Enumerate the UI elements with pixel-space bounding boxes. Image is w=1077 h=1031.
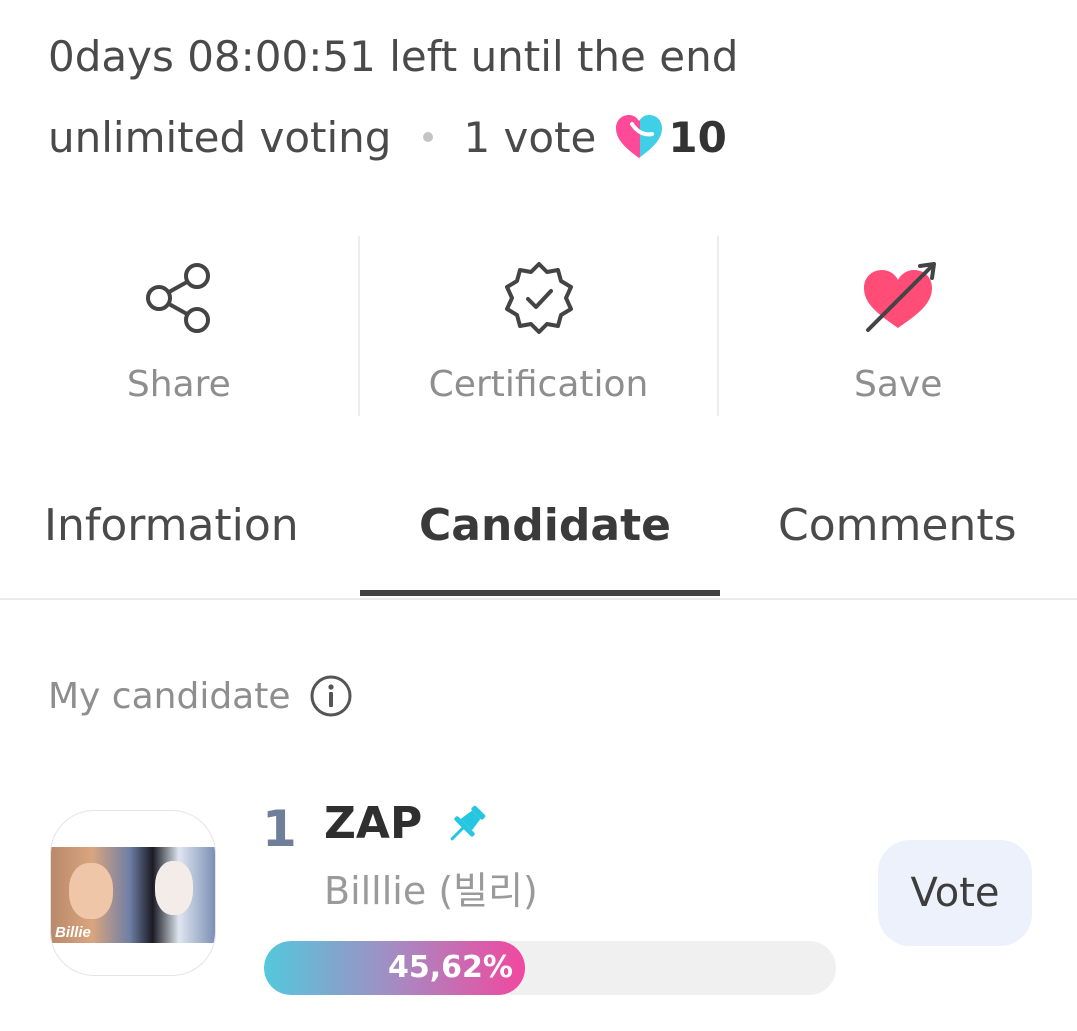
- candidate-rank: 1: [262, 800, 297, 858]
- vote-unit-text: 1 vote: [463, 112, 597, 162]
- heart-pink-cyan-icon: [614, 114, 664, 160]
- separator-dot: [423, 132, 434, 142]
- candidate-name-row: ZAP: [324, 798, 490, 849]
- vote-button[interactable]: Vote: [878, 840, 1032, 946]
- my-candidate-label: My candidate: [48, 675, 291, 717]
- my-candidate-heading: My candidate: [48, 674, 353, 718]
- tab-candidate[interactable]: Candidate: [419, 500, 671, 551]
- heart-arrow-icon: [858, 258, 938, 338]
- share-button[interactable]: Share: [0, 236, 358, 416]
- share-label: Share: [126, 364, 231, 405]
- certification-label: Certification: [428, 364, 649, 405]
- thumbnail-face: [69, 863, 113, 919]
- vote-cost-value: 10: [668, 112, 727, 162]
- percent-label: 45,62%: [388, 950, 513, 985]
- share-icon: [139, 258, 219, 338]
- tab-bar: Information Candidate Comments: [0, 470, 1077, 600]
- candidate-group: Billlie (빌리): [324, 869, 538, 913]
- thumbnail-caption: Billie: [55, 924, 91, 941]
- verified-badge-icon: [499, 258, 579, 338]
- certification-button[interactable]: Certification: [360, 236, 718, 416]
- save-button[interactable]: Save: [719, 236, 1077, 416]
- thumbnail-face: [155, 861, 193, 915]
- countdown-text: 0days 08:00:51 left until the end: [48, 32, 739, 81]
- tab-comments[interactable]: Comments: [778, 500, 1017, 551]
- active-tab-indicator: [360, 590, 720, 596]
- vote-progress-bar: 45,62%: [264, 941, 836, 995]
- voting-mode-text: unlimited voting: [48, 112, 392, 162]
- pin-icon[interactable]: [444, 801, 490, 847]
- candidate-name: ZAP: [324, 798, 423, 849]
- tab-information[interactable]: Information: [44, 500, 299, 551]
- candidate-thumbnail: Billie: [51, 847, 215, 943]
- info-icon[interactable]: [309, 674, 353, 718]
- action-bar: Share Certification Save: [0, 236, 1077, 416]
- candidate-avatar[interactable]: Billie: [50, 810, 216, 976]
- save-label: Save: [853, 364, 943, 405]
- vote-info-row: unlimited voting 1 vote 10: [48, 112, 727, 162]
